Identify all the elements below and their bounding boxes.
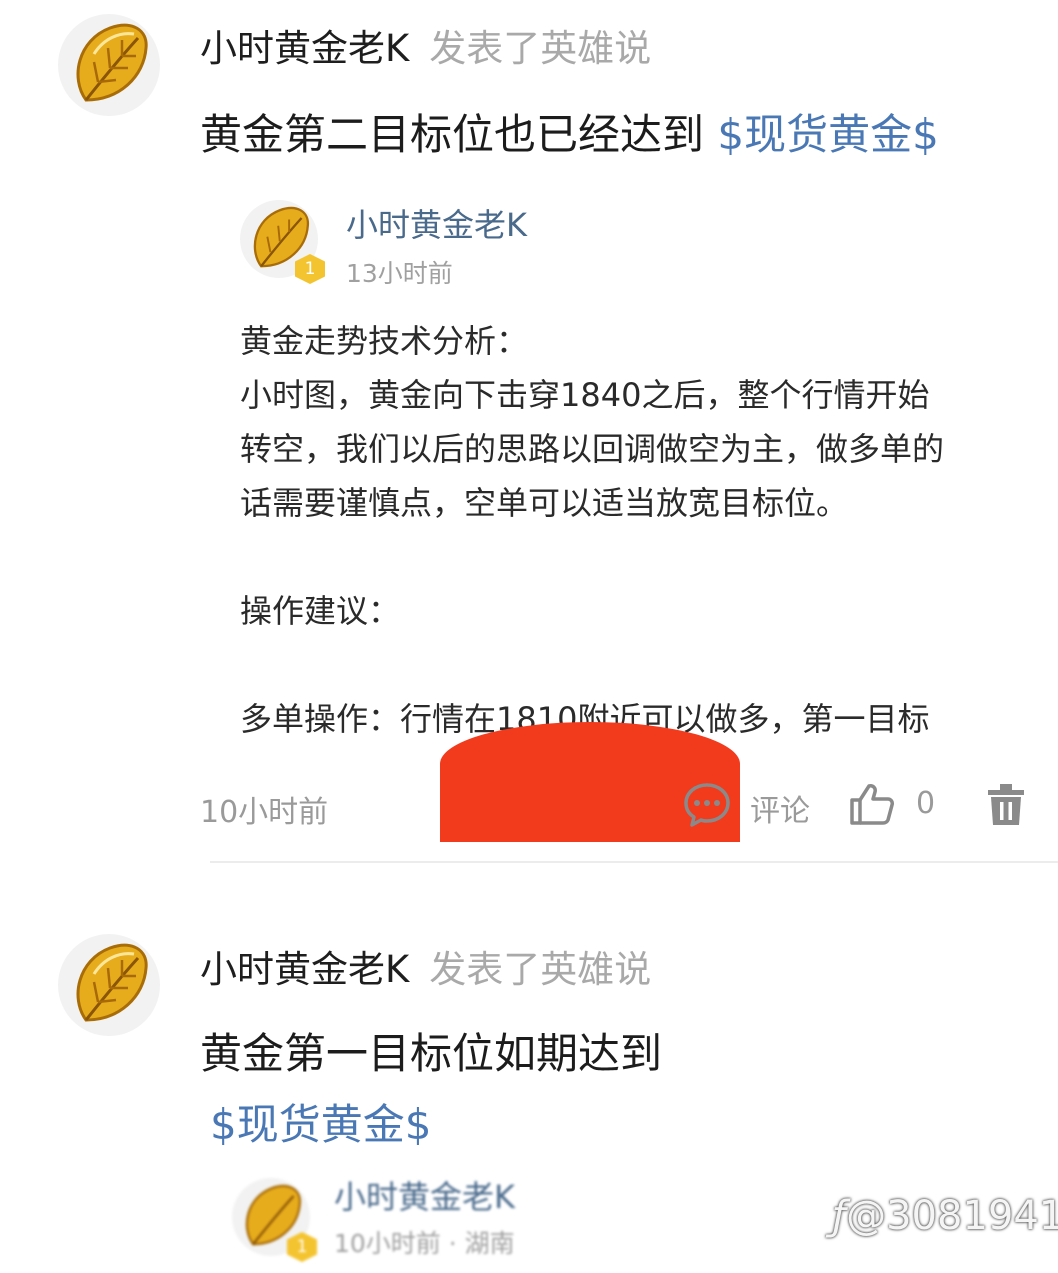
like-button[interactable]: 0: [849, 782, 949, 830]
quoted-post-time: 10小时前 · 湖南: [334, 1229, 515, 1258]
quoted-post-time: 13小时前: [346, 259, 453, 288]
quoted-post[interactable]: 1 小时黄金老K 13小时前 黄金走势技术分析： 小时图，黄金向下击穿1840之…: [240, 196, 1020, 756]
quoted-line: 黄金走势技术分析：: [240, 322, 529, 360]
post-action: 发表了英雄说: [429, 948, 652, 991]
quoted-author-name[interactable]: 小时黄金老K: [346, 200, 527, 246]
post-text-body: 黄金第一目标位如期达到: [200, 1029, 663, 1078]
stock-tag-link[interactable]: $现货黄金$: [717, 110, 938, 159]
trash-icon: [988, 784, 1024, 825]
delete-button[interactable]: [986, 783, 1026, 829]
like-count: 0: [916, 786, 936, 821]
post-time: 10小时前: [200, 795, 329, 830]
comment-button[interactable]: 评论: [683, 782, 823, 830]
stock-tag-link[interactable]: $现货黄金$: [210, 1100, 431, 1149]
post-text: 黄金第二目标位也已经达到 $现货黄金$: [200, 101, 939, 162]
author-name[interactable]: 小时黄金老K: [200, 948, 409, 991]
thumbs-up-icon: [850, 784, 894, 825]
comment-bubble-icon: [684, 783, 730, 827]
post-text-body: 黄金第二目标位也已经达到: [200, 110, 705, 159]
watermark: ƒ@3081941: [832, 1193, 1058, 1239]
author-avatar[interactable]: [58, 14, 160, 116]
author-name[interactable]: 小时黄金老K: [200, 27, 409, 70]
comment-label: 评论: [750, 794, 810, 829]
quoted-line: [240, 530, 1000, 584]
quoted-author-avatar[interactable]: 1: [240, 200, 325, 284]
quoted-line: 操作建议：: [240, 592, 401, 630]
quoted-line: 话需要谨慎点，空单可以适当放宽目标位。: [240, 484, 849, 522]
quoted-line: 小时图，黄金向下击穿1840之后，整个行情开始: [240, 376, 930, 414]
quoted-author-name[interactable]: 小时黄金老K: [334, 1172, 515, 1218]
quoted-line: [240, 638, 1000, 692]
quoted-line: 转空，我们以后的思路以回调做空为主，做多单的: [240, 430, 945, 468]
gold-leaf-icon: [76, 23, 148, 102]
post-divider: [210, 861, 1058, 863]
quoted-post-body: 黄金走势技术分析： 小时图，黄金向下击穿1840之后，整个行情开始 转空，我们以…: [240, 314, 1000, 746]
watermark-text: @3081941: [846, 1193, 1058, 1239]
post-action: 发表了英雄说: [429, 27, 652, 70]
quoted-author-avatar[interactable]: 1: [232, 1178, 317, 1262]
author-avatar[interactable]: [58, 934, 160, 1036]
gold-leaf-icon: [76, 943, 148, 1022]
